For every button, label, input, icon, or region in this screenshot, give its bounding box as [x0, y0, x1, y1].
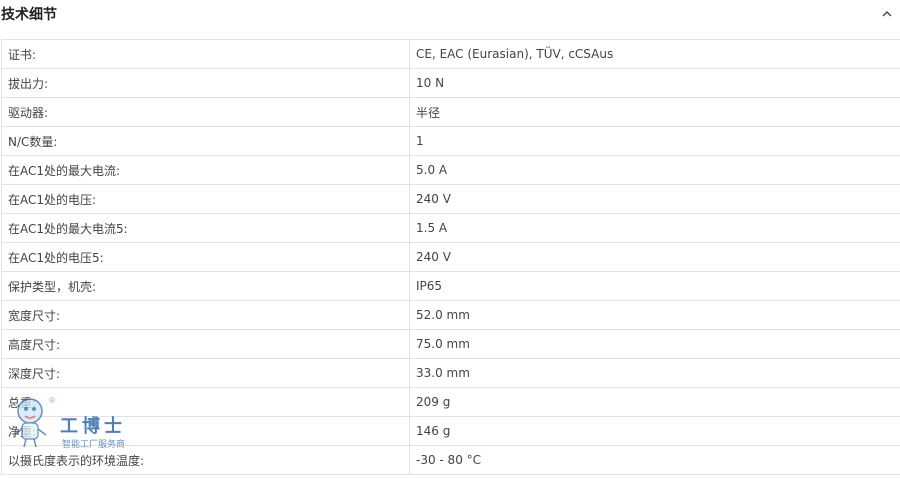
spec-label: 在AC1处的电压5: [1, 242, 410, 272]
table-row: 在AC1处的电压: 240 V [1, 184, 900, 214]
spec-value: 1 [409, 126, 900, 156]
table-row: 总重: 209 g [1, 387, 900, 417]
spec-label: 高度尺寸: [1, 329, 410, 359]
chevron-up-icon[interactable] [878, 5, 896, 23]
watermark-brand: 工博士 [60, 416, 126, 437]
table-row: 高度尺寸: 75.0 mm [1, 329, 900, 359]
spec-value: 240 V [409, 184, 900, 214]
spec-table: 证书: CE, EAC (Eurasian), TÜV, cCSAus 拔出力: 1… [1, 39, 900, 475]
spec-value: 52.0 mm [409, 300, 900, 330]
spec-label: 在AC1处的最大电流: [1, 155, 410, 185]
table-row: 保护类型，机壳: IP65 [1, 271, 900, 301]
spec-value: 半径 [409, 97, 900, 127]
watermark-subtitle: 智能工厂服务商 [62, 440, 126, 450]
table-row: 证书: CE, EAC (Eurasian), TÜV, cCSAus [1, 39, 900, 69]
spec-value: 10 N [409, 68, 900, 98]
spec-value: CE, EAC (Eurasian), TÜV, cCSAus [409, 39, 900, 69]
table-row: 深度尺寸: 33.0 mm [1, 358, 900, 388]
table-row: 在AC1处的最大电流: 5.0 A [1, 155, 900, 185]
registered-mark: ® [49, 396, 55, 405]
spec-label: 证书: [1, 39, 410, 69]
spec-value: -30 - 80 °C [409, 445, 900, 475]
spec-label: 在AC1处的电压: [1, 184, 410, 214]
table-row: 宽度尺寸: 52.0 mm [1, 300, 900, 330]
spec-value: 33.0 mm [409, 358, 900, 388]
table-row: 拔出力: 10 N [1, 68, 900, 98]
spec-value: 1.5 A [409, 213, 900, 243]
spec-label: 深度尺寸: [1, 358, 410, 388]
table-row: 净重: 146 g [1, 416, 900, 446]
spec-value: 146 g [409, 416, 900, 446]
spec-value: 240 V [409, 242, 900, 272]
spec-label: 驱动器: [1, 97, 410, 127]
spec-value: 5.0 A [409, 155, 900, 185]
table-row: 以摄氏度表示的环境温度: -30 - 80 °C [1, 445, 900, 475]
spec-label: 拔出力: [1, 68, 410, 98]
spec-value: IP65 [409, 271, 900, 301]
spec-label: N/C数量: [1, 126, 410, 156]
spec-value: 75.0 mm [409, 329, 900, 359]
table-row: N/C数量: 1 [1, 126, 900, 156]
section-header[interactable]: 技术细节 [0, 0, 900, 30]
spec-label: 宽度尺寸: [1, 300, 410, 330]
table-row: 驱动器: 半径 [1, 97, 900, 127]
table-row: 在AC1处的最大电流5: 1.5 A [1, 213, 900, 243]
spec-label: 在AC1处的最大电流5: [1, 213, 410, 243]
table-row: 在AC1处的电压5: 240 V [1, 242, 900, 272]
section-title: 技术细节 [1, 7, 57, 23]
spec-label: 保护类型，机壳: [1, 271, 410, 301]
spec-value: 209 g [409, 387, 900, 417]
